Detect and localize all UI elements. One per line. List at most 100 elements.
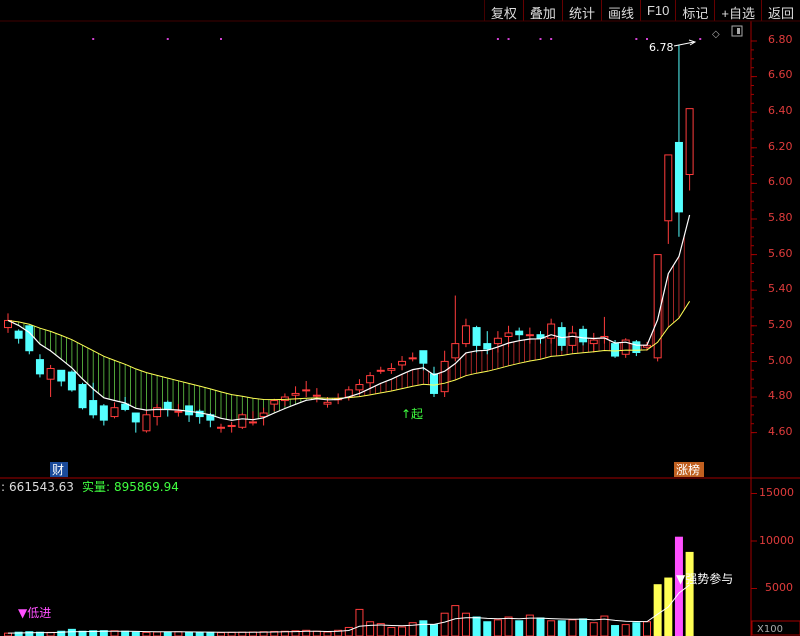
price-tick: 4.80	[768, 389, 793, 402]
volume-bars	[4, 536, 694, 636]
high-price-label: 6.78	[649, 41, 674, 54]
signal-dot	[635, 38, 638, 40]
price-tick: 6.20	[768, 140, 793, 153]
volume-bar	[461, 612, 470, 636]
ma-slow-line	[7, 301, 691, 401]
diamond-icon: ◇	[712, 29, 720, 40]
candle-body	[355, 384, 364, 391]
signal-dot	[646, 38, 648, 40]
volume-bar	[227, 631, 236, 636]
kline-chart[interactable]: 6.80 6.60 6.40 6.20 6.00 5.80 5.60 5.40 …	[0, 0, 800, 636]
candle-body	[611, 343, 620, 357]
price-tick: 5.40	[768, 282, 793, 295]
candle-body	[472, 327, 481, 346]
candle-body	[451, 343, 460, 359]
candle-body	[525, 334, 534, 337]
volume-bar	[515, 620, 524, 636]
candle-body	[664, 154, 673, 222]
volume-bar	[142, 631, 151, 636]
signal-dot	[539, 38, 542, 40]
candle-body	[110, 407, 119, 418]
candle-body	[67, 371, 76, 391]
candle-body	[461, 325, 470, 345]
volume-tick: 5000	[765, 581, 793, 594]
volume-info: :661543.63 实量: 895869.94	[1, 479, 179, 494]
price-tick: 5.00	[768, 354, 793, 367]
volume-bar	[131, 631, 140, 636]
candle-body	[674, 141, 683, 213]
finance-tag: 财	[52, 463, 64, 477]
candle-body	[25, 325, 34, 352]
volume-bar	[366, 621, 375, 636]
candle-body	[589, 339, 598, 345]
candle-body	[387, 368, 396, 371]
limit-tag: 涨榜	[676, 462, 700, 477]
price-tick: 5.60	[768, 247, 793, 260]
signal-dot	[699, 38, 702, 40]
volume-bar	[579, 618, 588, 636]
volume-bar	[323, 631, 332, 636]
volume-bar	[483, 621, 492, 636]
volume-bar	[153, 631, 162, 636]
candle-body	[174, 410, 183, 413]
volume-bar	[451, 605, 460, 636]
candle-body	[323, 401, 332, 405]
price-tick: 4.60	[768, 425, 793, 438]
candle-body	[227, 424, 236, 427]
candle-body	[493, 337, 502, 345]
candle-body	[14, 330, 23, 339]
signal-dot	[507, 38, 510, 40]
volume-bar	[504, 616, 513, 636]
candle-body	[366, 375, 375, 384]
candle-body	[685, 108, 694, 175]
volume-bar	[621, 624, 630, 636]
candle-body	[579, 328, 588, 343]
volume-bar	[238, 631, 247, 636]
strong-signal-label: ▼强势参与	[676, 571, 733, 586]
volume-bar	[632, 622, 641, 636]
volume-bar	[674, 536, 683, 636]
volume-unit: X100	[757, 624, 783, 635]
volume-bar	[387, 626, 396, 636]
signal-dot	[166, 38, 169, 40]
volume-ma-line	[7, 584, 690, 634]
volume-bar	[163, 631, 172, 636]
candle-body	[280, 396, 289, 402]
candle-body	[46, 368, 55, 380]
volume-bar	[685, 551, 694, 636]
candle-body	[248, 421, 257, 424]
candle-body	[302, 389, 311, 392]
volume-bar	[472, 616, 481, 636]
volume-bar	[121, 630, 130, 636]
volume-bar	[206, 631, 215, 636]
candle-body	[78, 384, 87, 409]
volume-bar	[536, 617, 545, 636]
price-tick: 5.80	[768, 211, 793, 224]
top-dots	[92, 38, 702, 40]
volume-bar	[355, 608, 364, 636]
candle-body	[504, 332, 513, 337]
volume-bar	[440, 612, 449, 636]
candle-body	[131, 412, 140, 423]
volume-bar	[398, 626, 407, 636]
candle-body	[440, 360, 449, 393]
candle-body	[312, 394, 321, 397]
candle-body	[408, 357, 417, 360]
signal-dot	[220, 38, 222, 40]
volume-bar	[195, 631, 204, 636]
candle-body	[142, 414, 151, 432]
candles	[4, 44, 694, 433]
volume-bar	[547, 620, 556, 636]
candle-body	[121, 403, 130, 410]
candle-body	[483, 343, 492, 350]
volume-bar	[67, 628, 76, 636]
volume-bar	[493, 619, 502, 636]
price-tick: 6.80	[768, 33, 793, 46]
price-ticks	[751, 40, 757, 434]
volume-bar	[589, 622, 598, 636]
volume-bar	[185, 631, 194, 636]
volume-bar	[344, 626, 353, 636]
volume-ticks	[751, 493, 757, 589]
candle-body	[291, 392, 300, 396]
volume-bar	[312, 630, 321, 636]
